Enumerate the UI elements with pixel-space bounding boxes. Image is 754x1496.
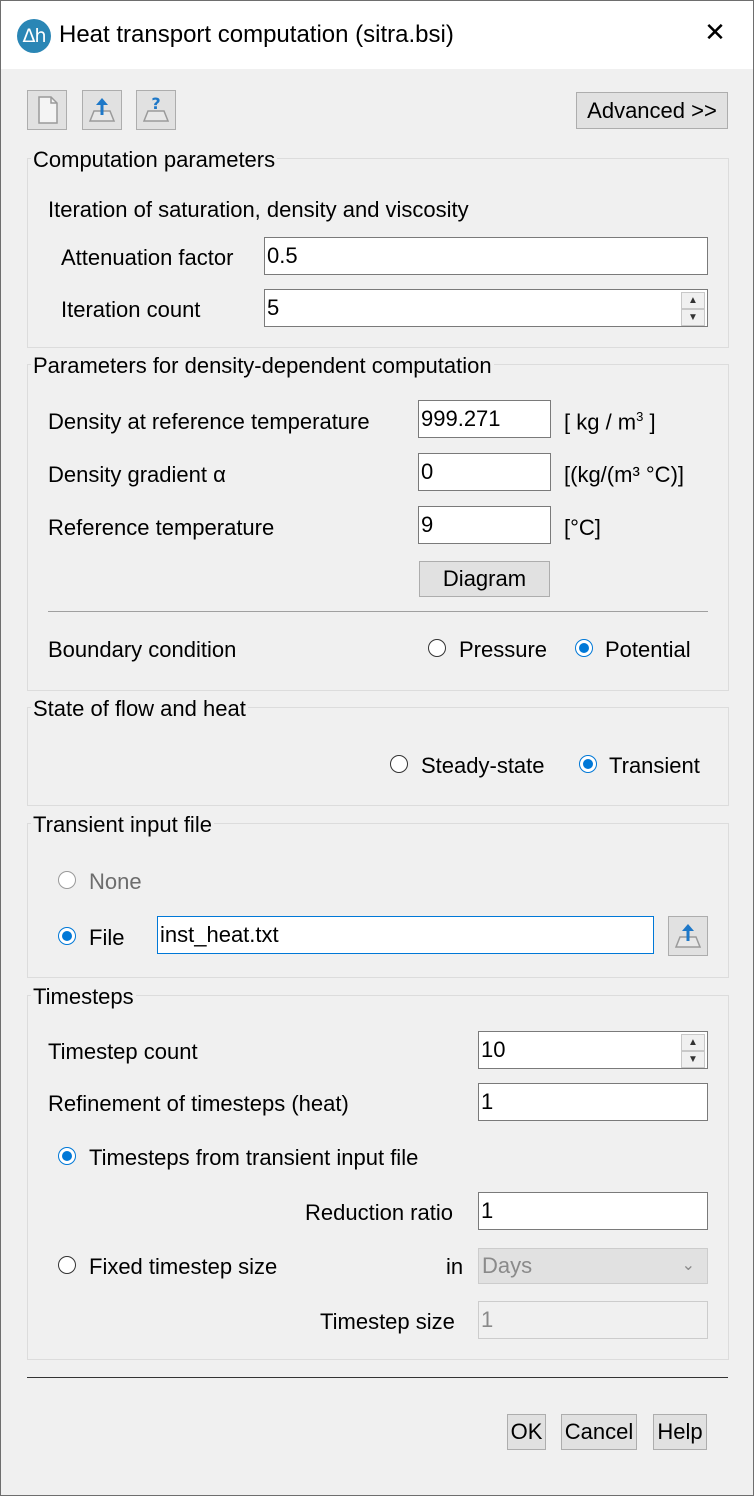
help-file-button[interactable]: ? — [136, 90, 176, 130]
fixed-size-label[interactable]: Fixed timestep size — [89, 1254, 277, 1280]
transient-file-group-title: Transient input file — [31, 812, 214, 838]
unit-end: ] — [643, 409, 656, 435]
help-upload-icon: ? — [142, 94, 170, 122]
new-file-button[interactable] — [27, 90, 67, 130]
gradient-input[interactable]: 0 — [418, 453, 551, 491]
in-label: in — [446, 1254, 464, 1279]
timestep-size-input[interactable]: 1 — [478, 1301, 708, 1339]
app-icon: Δh — [17, 19, 51, 53]
spin-down-icon[interactable]: ▼ — [681, 309, 705, 326]
computation-group-title: Computation parameters — [31, 147, 278, 173]
timestep-count-value: 10 — [481, 1037, 506, 1062]
file-path-input[interactable]: inst_heat.txt — [157, 916, 654, 954]
ok-button[interactable]: OK — [507, 1414, 546, 1450]
reduction-label: Reduction ratio — [305, 1200, 453, 1225]
spin-down-icon[interactable]: ▼ — [681, 1051, 705, 1068]
gradient-unit: [(kg/(m³ °C)] — [564, 462, 685, 487]
refinement-input[interactable]: 1 — [478, 1083, 708, 1121]
from-file-radio[interactable] — [58, 1147, 76, 1165]
potential-label[interactable]: Potential — [605, 637, 691, 663]
footer-divider — [27, 1377, 728, 1378]
upload-icon — [88, 98, 116, 122]
attenuation-label: Attenuation factor — [61, 245, 234, 270]
iteration-subtitle: Iteration of saturation, density and vis… — [48, 197, 469, 222]
browse-file-button[interactable] — [668, 916, 708, 956]
attenuation-input[interactable]: 0.5 — [264, 237, 708, 275]
help-button[interactable]: Help — [653, 1414, 707, 1450]
advanced-button[interactable]: Advanced >> — [576, 92, 728, 129]
svg-text:?: ? — [151, 94, 160, 113]
open-file-button[interactable] — [82, 90, 122, 130]
window-title: Heat transport computation (sitra.bsi) — [59, 21, 454, 48]
diagram-button[interactable]: Diagram — [419, 561, 550, 597]
density-group-title: Parameters for density-dependent computa… — [31, 353, 494, 379]
timesteps-group-title: Timesteps — [31, 984, 136, 1010]
close-icon: ✕ — [704, 18, 726, 48]
dialog-window: Δh Heat transport computation (sitra.bsi… — [0, 0, 754, 1496]
ref-temp-unit: [°C] — [564, 515, 601, 540]
divider — [48, 611, 708, 612]
reduction-input[interactable]: 1 — [478, 1192, 708, 1230]
transient-label[interactable]: Transient — [609, 753, 700, 779]
chevron-down-icon: ⌄ — [681, 1257, 695, 1274]
gradient-label: Density gradient α — [48, 462, 226, 487]
none-label[interactable]: None — [89, 869, 142, 895]
file-label[interactable]: File — [89, 925, 124, 951]
ref-density-input[interactable]: 999.271 — [418, 400, 551, 438]
ref-temp-label: Reference temperature — [48, 515, 275, 540]
refinement-label: Refinement of timesteps (heat) — [48, 1091, 349, 1116]
pressure-label[interactable]: Pressure — [459, 637, 547, 663]
spin-up-icon[interactable]: ▲ — [681, 292, 705, 309]
timestep-count-spin[interactable]: ▲ ▼ — [681, 1034, 705, 1068]
potential-radio[interactable] — [575, 639, 593, 657]
steady-state-radio[interactable] — [390, 755, 408, 773]
state-group-title: State of flow and heat — [31, 696, 248, 722]
file-radio[interactable] — [58, 927, 76, 945]
transient-file-group — [27, 823, 729, 978]
spin-up-icon[interactable]: ▲ — [681, 1034, 705, 1051]
steady-state-label[interactable]: Steady-state — [421, 753, 545, 779]
iteration-label: Iteration count — [61, 297, 201, 322]
time-unit-select[interactable]: Days ⌄ — [478, 1248, 708, 1284]
transient-radio[interactable] — [579, 755, 597, 773]
timestep-count-label: Timestep count — [48, 1039, 198, 1064]
upload-icon — [674, 924, 702, 948]
from-file-label[interactable]: Timesteps from transient input file — [89, 1145, 418, 1171]
ref-density-label: Density at reference temperature — [48, 409, 370, 434]
cancel-button[interactable]: Cancel — [561, 1414, 637, 1450]
boundary-label: Boundary condition — [48, 637, 237, 662]
iteration-spin[interactable]: ▲ ▼ — [681, 292, 705, 326]
iteration-stepper[interactable]: 5 ▲ ▼ — [264, 289, 708, 327]
close-button[interactable]: ✕ — [697, 13, 733, 53]
none-radio[interactable] — [58, 871, 76, 889]
ref-density-unit: [ kg / m3 ] — [564, 409, 656, 435]
unit-main: [ kg / m — [564, 409, 637, 435]
new-file-icon — [38, 96, 58, 124]
timestep-count-stepper[interactable]: 10 ▲ ▼ — [478, 1031, 708, 1069]
iteration-value: 5 — [267, 295, 280, 320]
timestep-size-label: Timestep size — [320, 1309, 455, 1334]
pressure-radio[interactable] — [428, 639, 446, 657]
fixed-size-radio[interactable] — [58, 1256, 76, 1274]
ref-temp-input[interactable]: 9 — [418, 506, 551, 544]
time-unit-value: Days — [482, 1253, 533, 1278]
title-bar: Δh Heat transport computation (sitra.bsi… — [1, 1, 753, 69]
